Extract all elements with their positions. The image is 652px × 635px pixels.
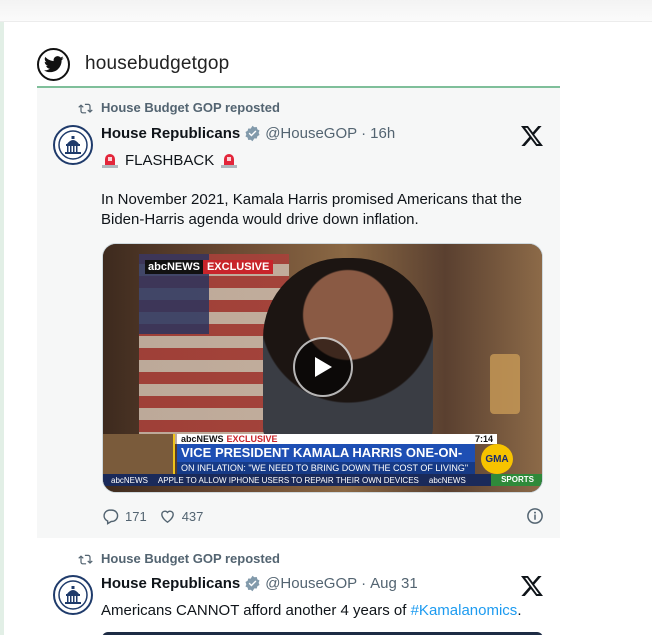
twitter-bird-icon[interactable] xyxy=(37,47,70,81)
avatar[interactable] xyxy=(53,575,93,615)
verified-badge-icon xyxy=(244,575,261,592)
info-icon[interactable] xyxy=(526,507,544,525)
feed-handle[interactable]: housebudgetgop xyxy=(85,53,229,75)
author-handle[interactable]: @HouseGOP xyxy=(265,125,357,142)
strip-time: 7:14 xyxy=(474,434,493,444)
tweet-text-body: Americans CANNOT afford another 4 years … xyxy=(101,602,411,619)
siren-icon xyxy=(220,151,238,169)
strip-network: abcNEWS xyxy=(181,434,224,444)
badge-tag: EXCLUSIVE xyxy=(202,260,274,274)
like-button[interactable]: 437 xyxy=(159,508,204,525)
avatar[interactable] xyxy=(53,125,93,165)
meta-separator: · xyxy=(361,575,367,592)
verified-badge-icon xyxy=(244,125,261,142)
author-handle[interactable]: @HouseGOP xyxy=(265,575,357,592)
tweet-text-end: . xyxy=(517,602,522,619)
hashtag-link[interactable]: #Kamalanomics xyxy=(411,602,518,619)
news-ticker: abcNEWS APPLE TO ALLOW IPHONE USERS TO R… xyxy=(103,474,542,486)
repost-indicator: House Budget GOP reposted xyxy=(78,100,280,115)
badge-network: abcNEWS xyxy=(145,260,203,274)
ticker-section: SPORTS xyxy=(491,474,542,486)
capitol-seal-icon xyxy=(58,130,88,160)
news-lower-third: abcNEWS EXCLUSIVE 7:14 VICE PRESIDENT KA… xyxy=(103,434,542,492)
tweet-byline: House Republicans @HouseGOP · Aug 31 xyxy=(101,575,418,592)
tweet-actions: 171 437 xyxy=(102,508,215,525)
left-rail xyxy=(0,22,4,635)
capitol-seal-icon xyxy=(58,580,88,610)
tweet-time[interactable]: Aug 31 xyxy=(370,575,418,592)
x-logo-icon[interactable] xyxy=(520,124,544,148)
ticker-network: abcNEWS xyxy=(111,475,148,485)
author-name[interactable]: House Republicans xyxy=(101,575,240,592)
play-button[interactable] xyxy=(293,337,353,397)
retweet-icon xyxy=(78,554,93,564)
strip-tag: EXCLUSIVE xyxy=(226,434,278,444)
repost-label: House Budget GOP reposted xyxy=(101,100,280,115)
siren-icon xyxy=(101,151,119,169)
reply-count: 171 xyxy=(125,509,147,524)
feed-header: housebudgetgop xyxy=(37,46,229,82)
repost-indicator: House Budget GOP reposted xyxy=(78,551,280,566)
lower-third-headline: VICE PRESIDENT KAMALA HARRIS ONE-ON-ONE xyxy=(177,444,475,478)
heart-icon xyxy=(160,510,174,524)
tweet-text: In November 2021, Kamala Harris promised… xyxy=(101,191,523,228)
lower-third-strip: abcNEWS EXCLUSIVE 7:14 xyxy=(177,434,497,444)
tweet-byline: House Republicans @HouseGOP · 16h xyxy=(101,125,395,142)
author-name[interactable]: House Republicans xyxy=(101,125,240,142)
ticker-network-2: abcNEWS xyxy=(428,475,466,485)
lamp-figure xyxy=(490,354,520,414)
meta-separator: · xyxy=(361,125,367,142)
gma-logo: GMA xyxy=(481,444,513,474)
repost-label: House Budget GOP reposted xyxy=(101,551,280,566)
retweet-icon xyxy=(78,103,93,113)
tweet-card[interactable]: House Budget GOP reposted House Republic… xyxy=(37,88,560,538)
flashback-line: FLASHBACK xyxy=(101,151,238,169)
play-icon xyxy=(315,357,332,377)
lower-third-subhead: ON INFLATION: "WE NEED TO BRING DOWN THE… xyxy=(177,462,475,474)
page-top-bar xyxy=(0,0,652,22)
tweet-card[interactable]: House Budget GOP reposted House Republic… xyxy=(37,540,560,635)
x-logo-icon[interactable] xyxy=(520,574,544,598)
tweet-time[interactable]: 16h xyxy=(370,125,395,142)
like-count: 437 xyxy=(181,509,204,524)
reply-button[interactable]: 171 xyxy=(102,508,147,525)
video-exclusive-badge: abcNEWS EXCLUSIVE xyxy=(145,260,274,274)
video-player[interactable]: abcNEWS EXCLUSIVE abcNEWS EXCLUSIVE 7:14… xyxy=(102,243,543,493)
flashback-label: FLASHBACK xyxy=(125,151,215,169)
tweet-text: Americans CANNOT afford another 4 years … xyxy=(101,602,521,619)
ticker-text: APPLE TO ALLOW IPHONE USERS TO REPAIR TH… xyxy=(157,475,419,485)
reply-icon xyxy=(103,509,119,525)
